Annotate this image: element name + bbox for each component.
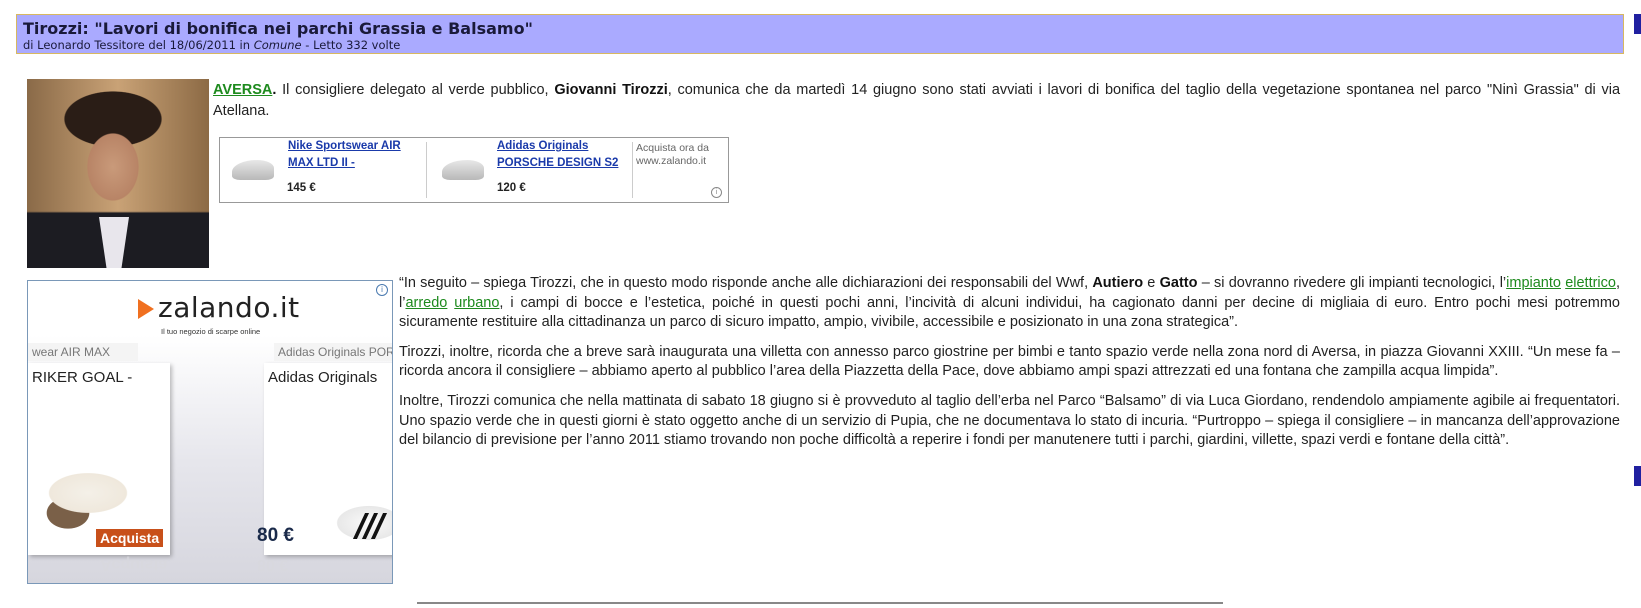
meta-read-count: - Letto 332 volte [301,38,401,52]
text: , i campi di bocce e l’estetica, poiché … [399,294,1620,331]
ad-item1-price: 145 € [287,182,316,194]
ad-divider [426,142,427,198]
keyword-link[interactable]: urbano [454,295,499,311]
keyword-link[interactable]: impianto [1506,275,1561,291]
keyword-link[interactable]: elettrico [1565,275,1616,291]
card-left-name: RIKER GOAL - [32,369,133,386]
text: e [1143,275,1160,291]
zalando-arrow-icon [138,299,154,319]
keyword-link[interactable]: arredo [405,295,447,311]
place-link[interactable]: AVERSA [213,82,272,98]
banner-tab-left[interactable]: wear AIR MAX [28,343,138,361]
ad-note[interactable]: Acquista ora da www.zalando.it [636,142,726,168]
scroll-marker [1634,466,1641,486]
banner-card-left[interactable]: RIKER GOAL - [28,363,170,555]
article-title: Tirozzi: "Lavori di bonifica nei parchi … [23,19,533,38]
reflection-price: 80 € [257,556,289,573]
info-icon[interactable]: i [711,187,722,198]
ad-item1-name-2[interactable]: MAX LTD II - [288,155,355,172]
ad-divider [632,142,633,198]
reflection-buy: Acquista [100,556,168,573]
photo-shirt [99,217,129,268]
divider-line [417,602,1223,604]
card-right-name: Adidas Originals [268,369,378,386]
body-paragraph-2: Tirozzi, inoltre, ricorda che a breve sa… [399,343,1620,380]
shoe-icon[interactable] [442,160,484,180]
person-name: Autiero [1092,275,1144,291]
ad-item1-name-1[interactable]: Nike Sportswear AIR [288,138,401,155]
zalando-logo-text: zalando.it [158,291,300,324]
zalando-tagline: Il tuo negozio di scarpe online [161,327,261,336]
shoe-icon[interactable] [232,160,274,180]
lead-text-1: Il consigliere delegato al verde pubblic… [276,82,555,98]
buy-button[interactable]: Acquista [96,529,164,547]
zalando-text-ad[interactable]: Nike Sportswear AIR MAX LTD II - 145 € A… [219,137,729,203]
zalando-banner-ad[interactable]: zalando.it Il tuo negozio di scarpe onli… [27,280,393,584]
info-icon[interactable]: i [376,284,388,296]
banner-price: 80 € [257,525,294,546]
ad-item2-name-2[interactable]: PORSCHE DESIGN S2 [497,155,618,172]
text: – si dovranno rivedere gli impianti tecn… [1197,275,1507,291]
meta-category[interactable]: Comune [254,38,302,52]
scroll-marker [1634,14,1641,34]
article-meta: di Leonardo Tessitore del 18/06/2011 in … [23,39,1617,52]
lead-paragraph: AVERSA. Il consigliere delegato al verde… [213,80,1620,122]
banner-tab-right[interactable]: Adidas Originals POR [274,343,392,361]
ad-item2-name-1[interactable]: Adidas Originals [497,138,588,155]
meta-author-date: di Leonardo Tessitore del 18/06/2011 in [23,38,254,52]
lead-person-name: Giovanni Tirozzi [554,82,668,98]
body-paragraph-1: “In seguito – spiega Tirozzi, che in que… [399,274,1620,333]
zalando-logo[interactable]: zalando.it [138,291,300,324]
ad-item2-price: 120 € [497,182,526,194]
body-paragraph-3: Inoltre, Tirozzi comunica che nella matt… [399,392,1620,449]
author-photo [27,79,209,268]
shoe-image [28,423,148,533]
text: “In seguito – spiega Tirozzi, che in que… [399,275,1093,291]
article-header: Tirozzi: "Lavori di bonifica nei parchi … [16,14,1624,54]
person-name: Gatto [1159,275,1198,291]
article-body: “In seguito – spiega Tirozzi, che in que… [399,274,1620,461]
